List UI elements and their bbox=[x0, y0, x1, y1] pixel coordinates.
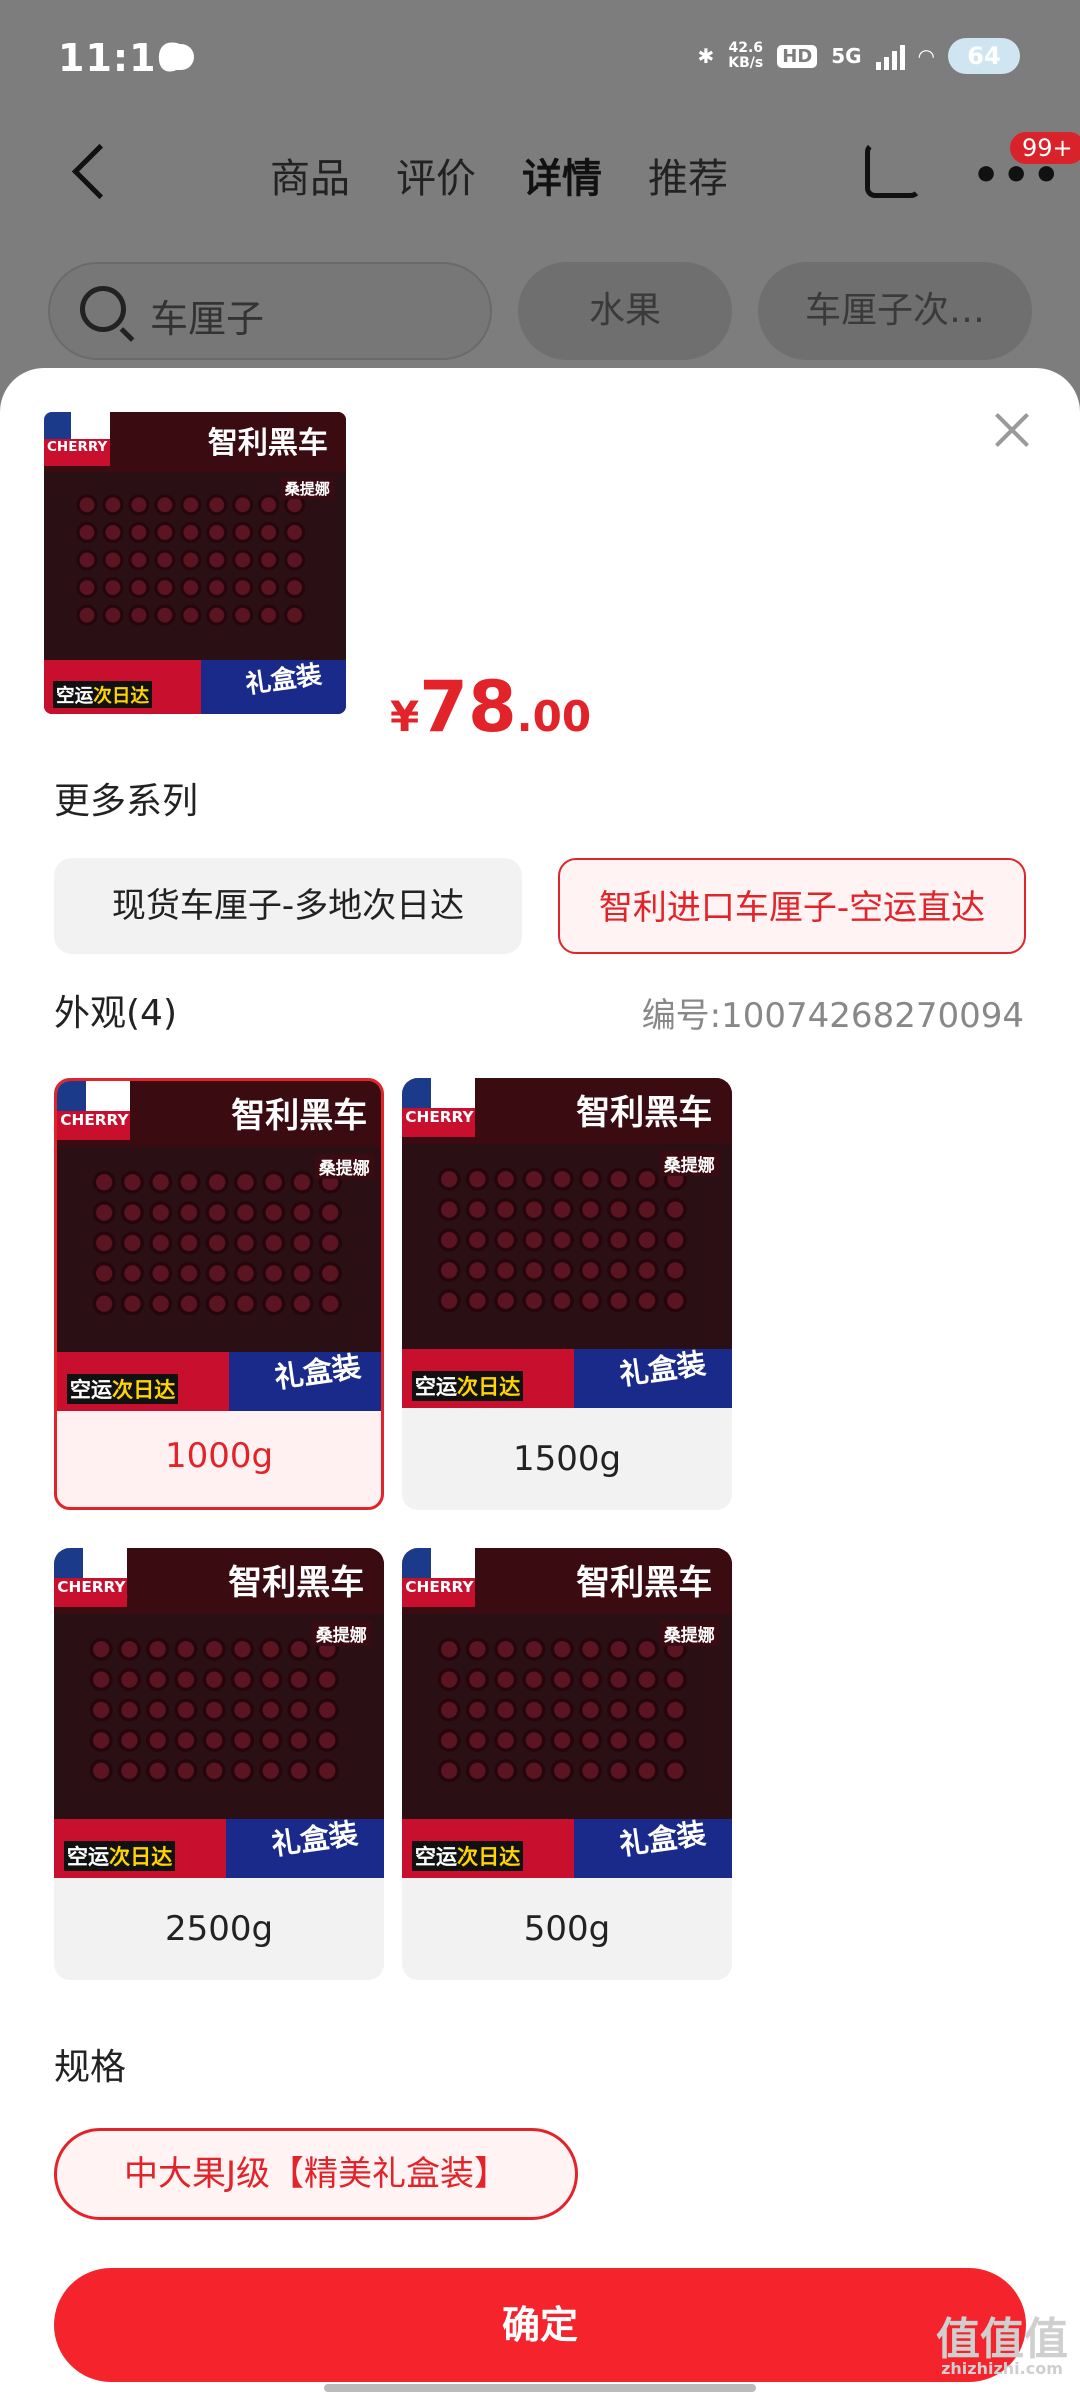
product-code: 编号:10074268270094 bbox=[641, 996, 1024, 1036]
tab-reviews[interactable]: 评价 bbox=[396, 146, 476, 204]
search-icon bbox=[80, 286, 126, 332]
tab-details[interactable]: 详情 bbox=[522, 146, 602, 204]
wifi-icon: ◠ bbox=[918, 44, 934, 68]
status-icons: ✱ 42.6 KB/s HD 5G ◠ 64 bbox=[698, 38, 1020, 74]
appearance-title: 外观(4) bbox=[54, 993, 177, 1034]
series-title: 更多系列 bbox=[54, 781, 199, 822]
spec-option[interactable]: 中大果J级【精美礼盒装】 bbox=[54, 2128, 578, 2220]
product-image: CHERRY 智利黑车 桑提娜 空运次日达 礼盒装 bbox=[44, 412, 346, 714]
variant-500g[interactable]: CHERRY 智利黑车 桑提娜 空运次日达 礼盒装 500g bbox=[402, 1548, 732, 1980]
top-nav: 商品 评价 详情 推荐 ••• 99+ bbox=[0, 120, 1080, 230]
watermark: 值值值 zhizhizhi.com bbox=[936, 2314, 1068, 2378]
battery-icon: 64 bbox=[948, 38, 1020, 74]
variant-1000g[interactable]: CHERRY 智利黑车 桑提娜 空运次日达 礼盒装 1000g bbox=[54, 1078, 384, 1510]
nav-tabs: 商品 评价 详情 推荐 bbox=[270, 146, 728, 204]
message-icon bbox=[162, 44, 194, 70]
search-chip[interactable]: 车厘子次… bbox=[758, 262, 1032, 360]
variant-image: CHERRY 智利黑车 桑提娜 空运次日达 礼盒装 bbox=[402, 1078, 732, 1408]
close-icon[interactable] bbox=[992, 410, 1032, 450]
tab-product[interactable]: 商品 bbox=[270, 146, 350, 204]
variant-image: CHERRY 智利黑车 桑提娜 空运次日达 礼盒装 bbox=[57, 1081, 381, 1411]
series-option-spot[interactable]: 现货车厘子-多地次日达 bbox=[54, 858, 522, 954]
variant-label: 1500g bbox=[512, 1439, 622, 1479]
search-query: 车厘子 bbox=[150, 297, 265, 341]
notification-badge: 99+ bbox=[1008, 130, 1080, 166]
search-input[interactable]: 车厘子 bbox=[48, 262, 492, 360]
home-indicator[interactable] bbox=[324, 2384, 756, 2392]
variant-label: 2500g bbox=[164, 1909, 274, 1949]
search-chip[interactable]: 水果 bbox=[518, 262, 732, 360]
variant-2500g[interactable]: CHERRY 智利黑车 桑提娜 空运次日达 礼盒装 2500g bbox=[54, 1548, 384, 1980]
search-row: 车厘子 水果 车厘子次… bbox=[0, 262, 1080, 362]
network-type: 5G bbox=[831, 44, 862, 68]
status-bar: 11:16 ✱ 42.6 KB/s HD 5G ◠ 64 bbox=[0, 0, 1080, 120]
variant-image: CHERRY 智利黑车 桑提娜 空运次日达 礼盒装 bbox=[402, 1548, 732, 1878]
variant-image: CHERRY 智利黑车 桑提娜 空运次日达 礼盒装 bbox=[54, 1548, 384, 1878]
spec-title: 规格 bbox=[54, 2047, 127, 2088]
network-speed: 42.6 KB/s bbox=[728, 40, 764, 71]
price: ¥78.00 bbox=[390, 666, 592, 748]
variant-1500g[interactable]: CHERRY 智利黑车 桑提娜 空运次日达 礼盒装 1500g bbox=[402, 1078, 732, 1510]
confirm-button[interactable]: 确定 bbox=[54, 2268, 1026, 2382]
signal-icon bbox=[875, 42, 905, 70]
share-icon[interactable] bbox=[865, 142, 921, 198]
sku-selector-sheet: CHERRY 智利黑车 桑提娜 空运次日达 礼盒装 ¥78.00 更多系列 现货… bbox=[0, 368, 1080, 2400]
variant-label: 1000g bbox=[164, 1436, 274, 1476]
hd-icon: HD bbox=[777, 44, 818, 68]
tab-recommend[interactable]: 推荐 bbox=[648, 146, 728, 204]
chile-flag-icon bbox=[44, 412, 111, 467]
variant-label: 500g bbox=[523, 1909, 611, 1949]
series-option-air[interactable]: 智利进口车厘子-空运直达 bbox=[558, 858, 1026, 954]
bluetooth-icon: ✱ bbox=[697, 44, 715, 68]
back-button[interactable] bbox=[62, 142, 122, 202]
